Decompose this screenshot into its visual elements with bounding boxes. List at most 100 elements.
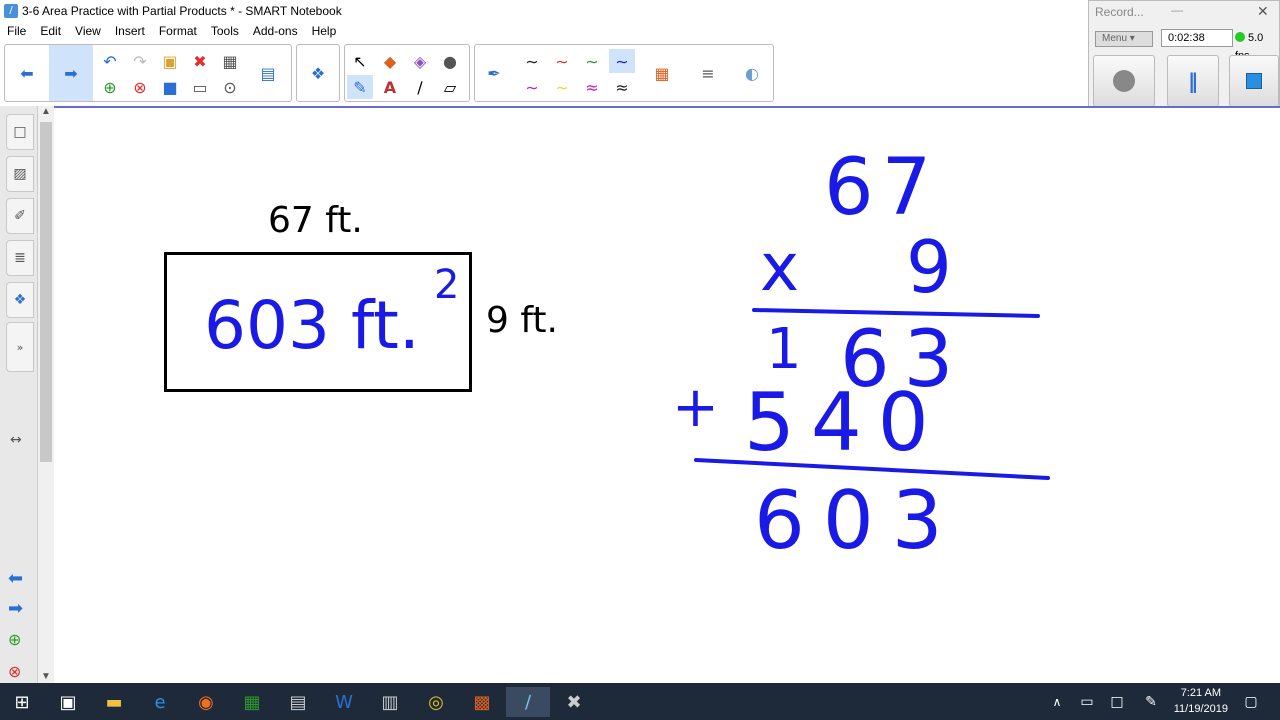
pen-red-icon[interactable]: ∼: [549, 49, 575, 73]
media-app-icon[interactable]: ▩: [460, 687, 504, 717]
toolbar-group-pen-styles: ✒ ∼ ∼ ∼ ∼ ∼ ∼ ≈ ≈ ▦ ≡ ◐: [474, 44, 774, 102]
multiplication-sign: x: [760, 229, 799, 306]
transparency-icon[interactable]: ◐: [739, 61, 765, 85]
move-sidebar-icon[interactable]: ↔: [10, 432, 22, 448]
windows-start-icon[interactable]: ⊞: [0, 687, 44, 717]
line-tool-icon[interactable]: ∕: [407, 75, 433, 99]
previous-page-icon[interactable]: ⬅: [5, 45, 49, 101]
pause-icon: ‖: [1188, 69, 1198, 93]
menu-format[interactable]: Format: [152, 22, 204, 40]
settings-tools-icon[interactable]: ✖: [552, 687, 596, 717]
recorder-title: Record...: [1095, 5, 1144, 19]
task-view-icon[interactable]: ▣: [46, 687, 90, 717]
pen-black-icon[interactable]: ∼: [519, 49, 545, 73]
properties-icon[interactable]: ●: [437, 49, 463, 73]
table-icon[interactable]: ▦: [217, 49, 243, 73]
record-button[interactable]: [1093, 55, 1155, 107]
open-folder-icon[interactable]: ▣: [157, 49, 183, 73]
attachments-icon[interactable]: ✐: [6, 198, 34, 234]
notebook-app-icon[interactable]: ▤: [276, 687, 320, 717]
select-arrow-icon[interactable]: ↖: [347, 49, 373, 73]
toolbar-group-addons: ❖: [296, 44, 340, 102]
window-titlebar: / 3-6 Area Practice with Partial Product…: [0, 0, 1090, 22]
next-page-icon[interactable]: ➡: [49, 45, 93, 101]
line-style-icon[interactable]: ≡: [695, 61, 721, 85]
add-page-icon[interactable]: ⊕: [97, 75, 123, 99]
screen-shade-icon[interactable]: ▭: [187, 75, 213, 99]
toolbar: ⬅ ➡ ↶ ↷ ▣ ✖ ▦ ⊕ ⊗ ■ ▭ ⊙ ▤ ❖ ↖ ◆ ◈ ● ✎ A …: [0, 42, 1090, 104]
pen-yellow-icon[interactable]: ∼: [549, 75, 575, 99]
scroll-up-icon[interactable]: ▲: [41, 106, 51, 117]
pen-magenta-icon[interactable]: ∼: [519, 75, 545, 99]
network-icon[interactable]: □: [1104, 687, 1130, 717]
final-product: 603: [754, 474, 961, 567]
menu-help[interactable]: Help: [305, 22, 344, 40]
menu-addons[interactable]: Add-ons: [246, 22, 305, 40]
pens-icon[interactable]: ✎: [347, 75, 373, 99]
whiteboard-canvas[interactable]: 67 ft. 9 ft. 603 ft. 2 67 x 9 1 63 + 540…: [54, 106, 1280, 684]
handwriting-layer: 603 ft. 2 67 x 9 1 63 + 540 603: [204, 143, 1050, 567]
sidebar-delete-page-icon[interactable]: ⊗: [8, 662, 21, 681]
file-explorer-icon[interactable]: ▬: [92, 687, 136, 717]
multiplicand: 67: [824, 143, 939, 233]
system-clock[interactable]: 7:21 AM 11/19/2019: [1174, 685, 1228, 717]
smart-tools-icon[interactable]: ▥: [368, 687, 412, 717]
chrome-icon[interactable]: ◎: [414, 687, 458, 717]
undo-icon[interactable]: ↶: [97, 49, 123, 73]
page-sorter-icon[interactable]: □: [6, 114, 34, 150]
pen-blue-icon[interactable]: ∼: [609, 49, 635, 73]
delete-icon[interactable]: ✖: [187, 49, 213, 73]
battery-icon[interactable]: ▭: [1074, 687, 1100, 717]
edge-browser-icon[interactable]: e: [138, 687, 182, 717]
clock-date: 11/19/2019: [1173, 703, 1228, 715]
pause-button[interactable]: ‖: [1167, 55, 1219, 107]
area-answer: 603 ft.: [204, 287, 420, 364]
redo-icon[interactable]: ↷: [127, 49, 153, 73]
multiplier: 9: [906, 225, 952, 309]
recorder-minimize-icon[interactable]: —: [1171, 3, 1183, 17]
document-camera-icon[interactable]: ▤: [255, 61, 281, 85]
scroll-down-icon[interactable]: ▼: [41, 671, 51, 682]
recorder-close-icon[interactable]: ✕: [1257, 3, 1269, 20]
smart-notebook-taskbar-icon[interactable]: ∕: [506, 687, 550, 717]
menu-insert[interactable]: Insert: [108, 22, 152, 40]
scrollbar-thumb[interactable]: [40, 122, 52, 462]
auto-hide-icon[interactable]: »: [6, 322, 34, 372]
properties-tab-icon[interactable]: ≣: [6, 240, 34, 276]
screen-recorder-panel: Record... — ✕ Menu ▾ 0:02:38 5.0 fps ‖: [1088, 0, 1280, 112]
notifications-icon[interactable]: ▢: [1238, 687, 1264, 717]
puzzle-icon[interactable]: ❖: [305, 61, 331, 85]
pen-dashed-black-icon[interactable]: ≈: [609, 75, 635, 99]
toolbar-group-tools: ↖ ◆ ◈ ● ✎ A ∕ ▱: [344, 44, 470, 102]
vertical-scrollbar[interactable]: ▲ ▼: [38, 106, 54, 684]
text-tool-icon[interactable]: A: [377, 75, 403, 99]
sidebar-prev-page-icon[interactable]: ⬅: [8, 568, 23, 589]
window-title: 3-6 Area Practice with Partial Products …: [22, 4, 342, 18]
delete-page-icon[interactable]: ⊗: [127, 75, 153, 99]
stop-button[interactable]: [1229, 55, 1279, 107]
color-palette-icon[interactable]: ▦: [649, 61, 675, 85]
gallery-icon[interactable]: ▨: [6, 156, 34, 192]
pen-green-icon[interactable]: ∼: [579, 49, 605, 73]
pen-type-icon[interactable]: ✒: [481, 61, 507, 85]
menu-tools[interactable]: Tools: [204, 22, 246, 40]
fill-icon[interactable]: ◈: [407, 49, 433, 73]
sidebar-add-page-icon[interactable]: ⊕: [8, 630, 21, 649]
firefox-icon[interactable]: ◉: [184, 687, 228, 717]
sidebar-next-page-icon[interactable]: ➡: [8, 598, 23, 619]
recording-status-icon: [1235, 32, 1245, 42]
pen-workspace-icon[interactable]: ✎: [1138, 687, 1164, 717]
menu-edit[interactable]: Edit: [33, 22, 68, 40]
excel-icon[interactable]: ▦: [230, 687, 274, 717]
pen-dashed-magenta-icon[interactable]: ≈: [579, 75, 605, 99]
zoom-icon[interactable]: ⊙: [217, 75, 243, 99]
save-icon[interactable]: ■: [157, 75, 183, 99]
eraser-icon[interactable]: ▱: [437, 75, 463, 99]
addons-tab-icon[interactable]: ❖: [6, 282, 34, 318]
menu-view[interactable]: View: [68, 22, 108, 40]
shapes-icon[interactable]: ◆: [377, 49, 403, 73]
tray-expand-icon[interactable]: ∧: [1044, 687, 1070, 717]
menu-file[interactable]: File: [0, 22, 33, 40]
recorder-menu-dropdown[interactable]: Menu ▾: [1095, 31, 1153, 47]
word-icon[interactable]: W: [322, 687, 366, 717]
